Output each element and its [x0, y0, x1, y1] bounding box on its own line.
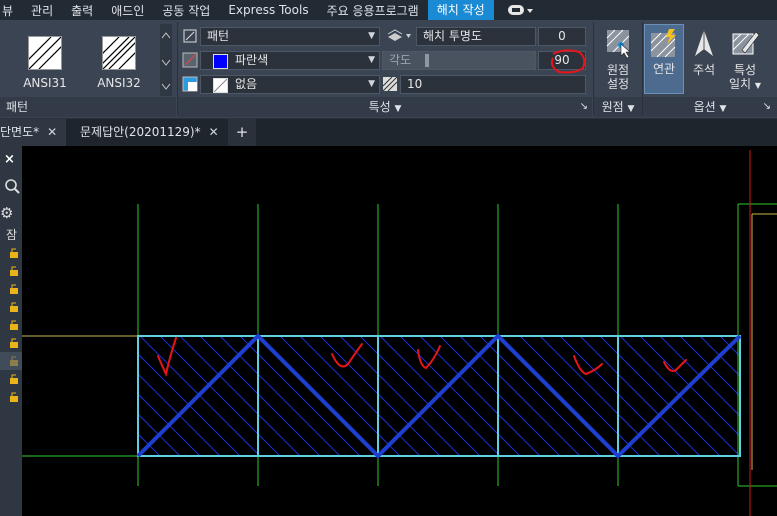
scale-field[interactable]: 10: [400, 75, 586, 94]
menu-collaborate[interactable]: 공동 작업: [153, 2, 219, 19]
chevron-down-icon: ▼: [627, 104, 635, 114]
angle-label: 각도: [389, 53, 412, 67]
layer-label: 잠: [6, 228, 18, 242]
hatch-color-icon: [182, 52, 198, 68]
chevron-down-icon: ▼: [368, 55, 375, 65]
close-icon[interactable]: ✕: [209, 125, 219, 139]
transparency-field[interactable]: 해치 투명도: [416, 27, 536, 46]
transparency-value-field[interactable]: 0: [538, 27, 586, 46]
plus-icon: +: [235, 123, 249, 141]
match-properties-button[interactable]: 특성 일치 ▼: [724, 28, 766, 93]
annotative-button[interactable]: 주석: [686, 28, 722, 77]
document-tabs: 단면도* ✕ 문제답안(20201129)* ✕ +: [0, 119, 777, 146]
red-circle-annotation: [550, 49, 586, 74]
hatch-type-icon: [182, 28, 198, 44]
associative-icon: [650, 29, 676, 58]
scale-value: 10: [407, 77, 423, 91]
chevron-down-icon: ▼: [719, 104, 727, 114]
origin-panel-title: 원점: [601, 100, 624, 114]
properties-panel-footer[interactable]: 특성 ▼ ↘: [178, 97, 592, 117]
menu-addins[interactable]: 애드인: [102, 2, 153, 19]
associative-button[interactable]: 연관: [644, 24, 684, 94]
menu-featured-apps[interactable]: 주요 응용프로그램: [318, 2, 428, 19]
gear-icon[interactable]: ⚙: [0, 204, 13, 222]
chevron-down-icon: ▼: [394, 104, 402, 114]
close-icon: ×: [4, 152, 15, 167]
angle-field[interactable]: 각도: [382, 51, 536, 70]
chevron-down-icon: ▼: [368, 79, 375, 89]
transparency-value: 0: [558, 29, 566, 43]
pattern-panel-title: 패턴: [6, 100, 29, 114]
toolbar-close-button[interactable]: ×: [4, 152, 15, 167]
cloud-dropdown-icon[interactable]: [507, 4, 534, 16]
pattern-panel-footer: 패턴: [0, 97, 176, 117]
hatch-type-select[interactable]: 패턴 ▼: [200, 27, 380, 46]
tab-section-drawing[interactable]: 단면도* ✕: [0, 119, 66, 146]
menu-hatch-creation[interactable]: 해치 작성: [427, 0, 494, 20]
menu-view[interactable]: 뷰: [0, 2, 22, 19]
hatch-color-select[interactable]: 파란색 ▼: [200, 51, 380, 70]
menu-bar: 뷰 관리 출력 애드인 공동 작업 Express Tools 주요 응용프로그…: [0, 0, 777, 20]
tab-label: 단면도*: [0, 125, 40, 139]
chevron-down-icon: ▼: [754, 81, 762, 90]
search-icon[interactable]: [4, 178, 20, 197]
background-color-select[interactable]: 없음 ▼: [200, 75, 380, 94]
ansi31-preview-icon: [18, 36, 72, 70]
close-icon[interactable]: ✕: [47, 125, 57, 139]
left-toolbar: × ⚙ 잠: [0, 146, 22, 516]
no-color-swatch: [213, 78, 228, 93]
options-panel-footer[interactable]: 옵션 ▼ ↘: [643, 97, 777, 117]
background-color-icon: [182, 76, 198, 92]
tab-label: 문제답안(20201129)*: [80, 125, 201, 139]
associative-label: 연관: [652, 62, 676, 76]
pattern-swatch-ansi31[interactable]: ANSI31: [18, 36, 72, 90]
chevron-down-icon: ▼: [368, 31, 375, 41]
menu-output[interactable]: 출력: [62, 2, 102, 19]
transparency-label: 해치 투명도: [423, 29, 483, 43]
hatch-color-value: 파란색: [235, 53, 269, 67]
ansi31-label: ANSI31: [23, 76, 67, 90]
match-properties-icon: [732, 31, 760, 55]
drawing-canvas[interactable]: [22, 146, 777, 516]
pattern-swatch-ansi32[interactable]: ANSI32: [86, 36, 152, 90]
background-color-value: 없음: [235, 77, 258, 91]
transparency-icon[interactable]: [386, 28, 412, 44]
new-tab-button[interactable]: +: [228, 119, 256, 146]
ansi32-preview-icon: [86, 36, 152, 70]
pattern-scroll[interactable]: [160, 24, 172, 96]
menu-manage[interactable]: 관리: [22, 2, 62, 19]
options-panel-title: 옵션: [693, 100, 716, 114]
scale-icon: [382, 76, 398, 92]
dialog-launcher-icon[interactable]: ↘: [763, 97, 771, 117]
annotative-icon: [695, 30, 713, 56]
dialog-launcher-icon[interactable]: ↘: [580, 97, 588, 117]
ribbon: ANSI31 ANSI32 패턴 패턴 ▼ 파란색 ▼ 없음 ▼ 해치 투명도 …: [0, 20, 777, 119]
set-origin-label: 원점 설정: [606, 63, 630, 91]
hatch-type-value: 패턴: [207, 29, 230, 43]
menu-express-tools[interactable]: Express Tools: [219, 3, 317, 17]
tab-answer-drawing[interactable]: 문제답안(20201129)* ✕: [74, 119, 230, 146]
color-swatch: [213, 54, 228, 69]
angle-slider-thumb[interactable]: [425, 54, 429, 67]
annotative-label: 주석: [692, 63, 716, 77]
canvas-background: [22, 146, 777, 516]
origin-panel-footer[interactable]: 원점 ▼: [594, 97, 642, 117]
match-properties-label: 특성 일치 ▼: [728, 63, 762, 91]
origin-icon: [606, 29, 631, 59]
set-origin-button[interactable]: 원점 설정: [598, 28, 638, 91]
properties-panel-title: 특성: [368, 100, 391, 114]
ansi32-label: ANSI32: [97, 76, 141, 90]
layer-lock-icons: [8, 248, 20, 411]
selected-layer-highlight: [0, 352, 22, 370]
